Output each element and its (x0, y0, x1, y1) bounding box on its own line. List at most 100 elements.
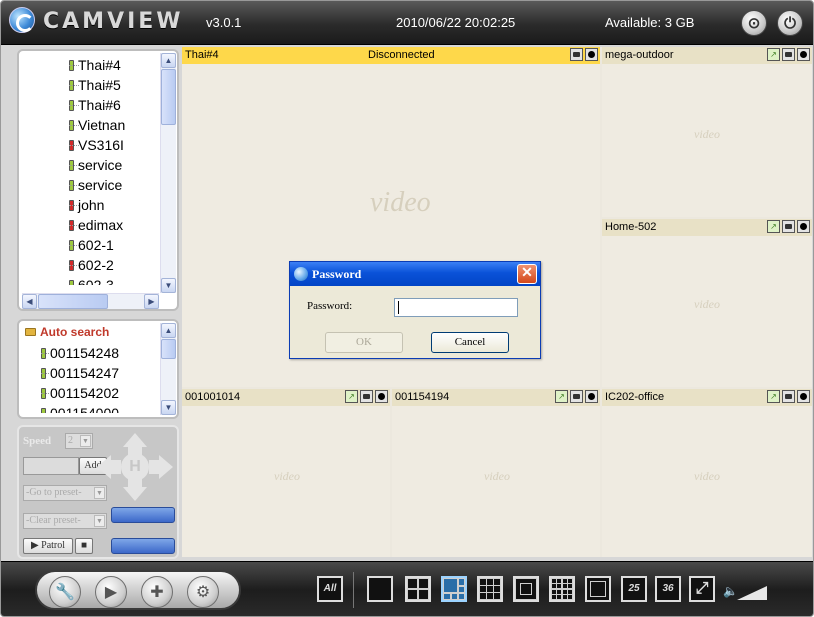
scroll-up-arrow-icon[interactable]: ▲ (161, 53, 176, 68)
camera-tree-item[interactable]: Thai#6 (69, 95, 159, 115)
minimize-button[interactable]: ⊙ (741, 10, 767, 36)
camera-tree-item[interactable]: edimax (69, 215, 159, 235)
layout-1-button[interactable] (367, 576, 393, 602)
auto-search-item[interactable]: 001154202 (41, 383, 159, 403)
volume-slider[interactable] (737, 586, 767, 600)
record-icon[interactable] (797, 220, 810, 233)
connect-icon[interactable]: ↗ (767, 48, 780, 61)
connect-icon[interactable]: ↗ (767, 220, 780, 233)
snapshot-icon[interactable] (782, 220, 795, 233)
video-pane[interactable]: mega-outdoor ↗ video (602, 47, 812, 217)
record-icon[interactable] (797, 390, 810, 403)
video-pane[interactable]: IC202-office ↗ video (602, 389, 812, 557)
snapshot-icon[interactable] (782, 48, 795, 61)
camera-online-icon (41, 368, 46, 379)
video-pane-titlebar: 001001014 ↗ (182, 389, 390, 406)
settings-button[interactable]: ⚙ (187, 576, 219, 608)
layout-36-button[interactable]: 36 (655, 576, 681, 602)
speed-select[interactable]: 2 ▼ (65, 433, 93, 449)
camera-tree-vscroll[interactable]: ▲ ▼ (160, 53, 176, 293)
ptz-blue-button-2[interactable] (111, 538, 175, 554)
clear-preset-select[interactable]: -Clear preset- ▼ (23, 513, 107, 529)
speaker-icon[interactable]: 🔈 (723, 584, 738, 598)
layout-13-button[interactable] (513, 576, 539, 602)
camview-logo-icon (9, 7, 35, 33)
ptz-home-label: H (129, 458, 141, 475)
camera-tree-item[interactable]: Thai#4 (69, 55, 159, 75)
playback-button[interactable]: ▶ (95, 576, 127, 608)
password-label: Password: (307, 300, 353, 312)
pan-left-arrow-icon[interactable] (97, 455, 111, 479)
camera-tree-item[interactable]: Vietnan (69, 115, 159, 135)
snapshot-icon[interactable] (782, 390, 795, 403)
connect-icon[interactable]: ↗ (345, 390, 358, 403)
camera-tree-item[interactable]: 602-1 (69, 235, 159, 255)
record-icon[interactable] (585, 48, 598, 61)
layout-20-button[interactable] (585, 576, 611, 602)
pan-right-arrow-icon[interactable] (159, 455, 173, 479)
camera-online-icon (69, 60, 74, 71)
layout-25-button[interactable]: 25 (621, 576, 647, 602)
video-pane-titlebar: Thai#4 Disconnected (182, 47, 600, 64)
close-button[interactable]: ✕ (517, 264, 537, 284)
layout-4-button[interactable] (405, 576, 431, 602)
auto-search-vscroll[interactable]: ▲ ▼ (160, 323, 176, 415)
camera-tree-item[interactable]: VS316I (69, 135, 159, 155)
scroll-down-arrow-icon[interactable]: ▼ (161, 400, 176, 415)
config-button[interactable]: 🔧 (49, 576, 81, 608)
camera-tree-item[interactable]: service (69, 175, 159, 195)
connect-icon[interactable]: ↗ (555, 390, 568, 403)
record-icon[interactable] (375, 390, 388, 403)
cancel-button[interactable]: Cancel (431, 332, 509, 353)
fullscreen-button[interactable]: ⤢ (689, 576, 715, 602)
scroll-thumb[interactable] (161, 69, 176, 125)
auto-search-item[interactable]: 001154248 (41, 343, 159, 363)
pan-up-arrow-icon[interactable] (123, 433, 147, 447)
video-pane[interactable]: 001154194 ↗ video (392, 389, 600, 557)
layout-6-button[interactable] (441, 576, 467, 602)
connect-icon[interactable]: ↗ (767, 390, 780, 403)
camera-tree-hscroll[interactable]: ◀ ▶ (22, 293, 159, 309)
ptz-blue-button-1[interactable] (111, 507, 175, 523)
record-icon[interactable] (585, 390, 598, 403)
scroll-thumb[interactable] (161, 339, 176, 359)
snapshot-icon[interactable] (360, 390, 373, 403)
scroll-left-arrow-icon[interactable]: ◀ (22, 294, 37, 309)
add-camera-button[interactable]: ✚ (141, 576, 173, 608)
auto-search-item[interactable]: 001154247 (41, 363, 159, 383)
camera-name: 001001014 (185, 391, 241, 403)
ok-button[interactable]: OK (325, 332, 403, 353)
camera-online-icon (69, 120, 74, 131)
layout-9-button[interactable] (477, 576, 503, 602)
record-icon[interactable] (797, 48, 810, 61)
hscroll-thumb[interactable] (38, 294, 108, 309)
video-pane[interactable]: 001001014 ↗ video (182, 389, 390, 557)
layout-16-button[interactable] (549, 576, 575, 602)
snapshot-icon[interactable] (570, 48, 583, 61)
video-pane[interactable]: Home-502 ↗ video (602, 219, 812, 387)
scroll-down-arrow-icon[interactable]: ▼ (161, 278, 176, 293)
scroll-up-arrow-icon[interactable]: ▲ (161, 323, 176, 338)
available-space-label: Available: 3 GB (605, 15, 695, 30)
pan-down-arrow-icon[interactable] (123, 487, 147, 501)
power-button[interactable]: ⏻ (777, 10, 803, 36)
camera-tree-item[interactable]: service (69, 155, 159, 175)
camera-tree-item[interactable]: Thai#5 (69, 75, 159, 95)
layout-all-button[interactable]: All (317, 576, 343, 602)
preset-name-input[interactable] (23, 457, 79, 475)
snapshot-icon[interactable] (570, 390, 583, 403)
patrol-button[interactable]: ▶ Patrol (23, 538, 73, 554)
password-dialog: Password ✕ Password: OK Cancel (289, 261, 541, 359)
go-to-preset-select[interactable]: -Go to preset- ▼ (23, 485, 107, 501)
camera-offline-icon (69, 220, 74, 231)
password-input[interactable] (394, 298, 518, 317)
speed-label: Speed (23, 435, 52, 447)
camera-tree-item[interactable]: 602-3 (69, 275, 159, 285)
auto-search-title[interactable]: Auto search (25, 325, 109, 339)
camera-tree-item[interactable]: john (69, 195, 159, 215)
camera-online-icon (69, 160, 74, 171)
camera-tree-item[interactable]: 602-2 (69, 255, 159, 275)
scroll-right-arrow-icon[interactable]: ▶ (144, 294, 159, 309)
auto-search-item[interactable]: 001154000 (41, 403, 159, 413)
stop-patrol-button[interactable]: ■ (75, 538, 93, 554)
